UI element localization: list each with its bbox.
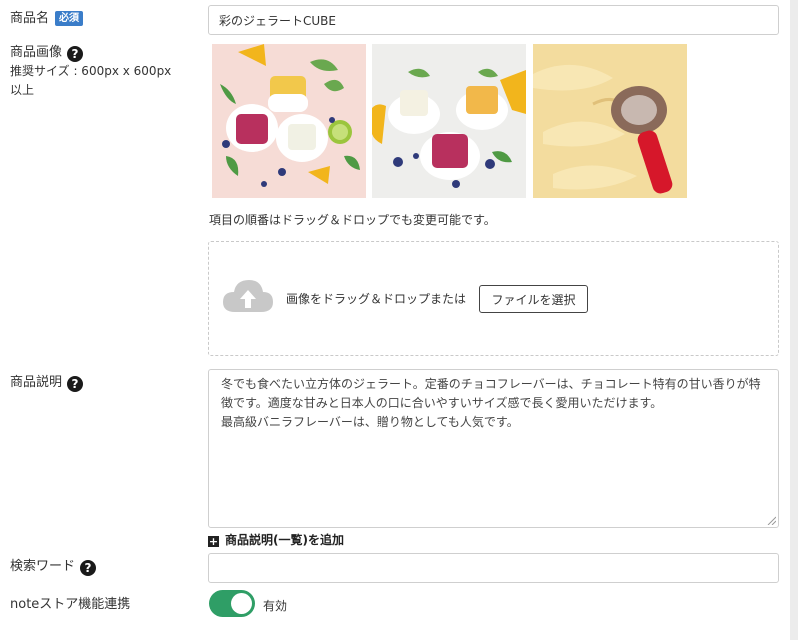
note-store-label: noteストア機能連携 xyxy=(10,597,131,612)
search-words-input[interactable] xyxy=(208,553,779,583)
reorder-hint: 項目の順番はドラッグ＆ドロップでも変更可能です。 xyxy=(209,213,496,227)
select-file-button[interactable]: ファイルを選択 xyxy=(479,285,588,313)
product-image-label: 商品画像? xyxy=(10,41,84,62)
vanilla-gelato-scoop-image[interactable] xyxy=(533,44,687,198)
add-description-text: 商品説明(一覧)を追加 xyxy=(225,533,344,547)
help-icon[interactable]: ? xyxy=(67,376,84,392)
product-name-label-text: 商品名 xyxy=(10,11,50,26)
product-description-label: 商品説明? xyxy=(10,371,84,392)
resize-grip-icon[interactable] xyxy=(767,516,776,525)
search-words-label-text: 検索ワード xyxy=(10,559,76,574)
toggle-knob xyxy=(231,593,252,614)
cloud-upload-icon xyxy=(223,280,273,312)
dropzone-text: 画像をドラッグ＆ドロップまたは xyxy=(286,292,467,306)
product-name-input[interactable] xyxy=(208,5,779,35)
help-icon[interactable]: ? xyxy=(67,46,84,62)
gelato-cubes-flatlay-image[interactable] xyxy=(212,44,366,198)
note-store-toggle[interactable] xyxy=(209,590,255,617)
product-image-label-text: 商品画像 xyxy=(10,45,63,60)
gelato-cubes-bowls-image[interactable] xyxy=(372,44,526,198)
search-words-label: 検索ワード? xyxy=(10,555,97,576)
plus-square-icon: + xyxy=(208,535,219,548)
note-store-toggle-label: 有効 xyxy=(263,599,288,613)
add-description-link[interactable]: + 商品説明(一覧)を追加 xyxy=(208,531,344,548)
product-name-label: 商品名 必須 xyxy=(10,7,84,26)
product-description-textarea[interactable]: 冬でも食べたい立方体のジェラート。定番のチョコフレーバーは、チョコレート特有の甘… xyxy=(208,369,779,528)
image-dropzone[interactable]: 画像をドラッグ＆ドロップまたは ファイルを選択 xyxy=(208,241,779,356)
required-badge: 必須 xyxy=(55,11,84,26)
page-scrollbar-track[interactable] xyxy=(790,0,798,640)
recommended-size-note: 推奨サイズ : 600px x 600px以上 xyxy=(10,64,172,97)
help-icon[interactable]: ? xyxy=(80,560,97,576)
product-description-label-text: 商品説明 xyxy=(10,375,63,390)
